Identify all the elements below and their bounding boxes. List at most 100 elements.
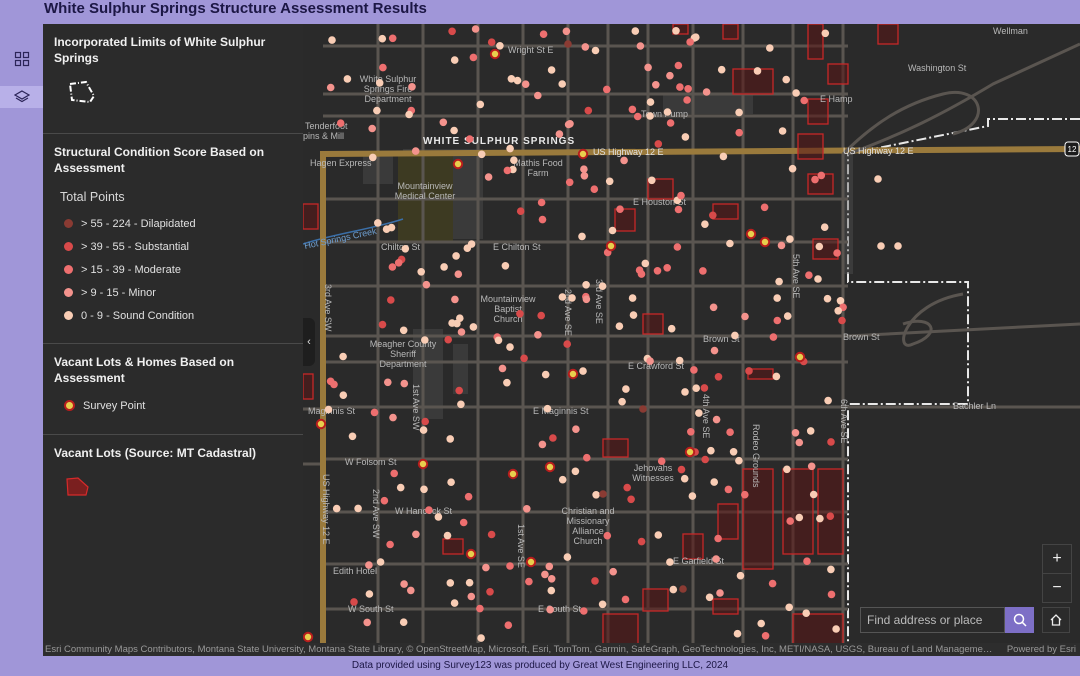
assessment-point[interactable] bbox=[592, 491, 600, 499]
survey-point[interactable] bbox=[452, 158, 464, 170]
assessment-point[interactable] bbox=[806, 427, 815, 435]
assessment-point[interactable] bbox=[636, 42, 645, 50]
assessment-point[interactable] bbox=[815, 242, 824, 251]
assessment-point[interactable] bbox=[641, 259, 650, 268]
assessment-point[interactable] bbox=[487, 38, 496, 46]
collapse-panel-button[interactable]: ‹ bbox=[303, 318, 315, 366]
assessment-point[interactable] bbox=[709, 211, 717, 220]
assessment-point[interactable] bbox=[701, 455, 709, 464]
assessment-point[interactable] bbox=[547, 66, 556, 74]
assessment-point[interactable] bbox=[580, 607, 588, 615]
assessment-point[interactable] bbox=[782, 75, 790, 84]
assessment-point[interactable] bbox=[498, 364, 507, 373]
assessment-point[interactable] bbox=[820, 223, 829, 231]
assessment-point[interactable] bbox=[714, 534, 722, 543]
assessment-point[interactable] bbox=[674, 205, 683, 214]
assessment-point[interactable] bbox=[768, 579, 777, 588]
assessment-point[interactable] bbox=[805, 271, 813, 279]
assessment-point[interactable] bbox=[408, 83, 416, 91]
assessment-point[interactable] bbox=[695, 409, 703, 417]
assessment-point[interactable] bbox=[816, 514, 824, 523]
assessment-point[interactable] bbox=[666, 119, 675, 127]
assessment-point[interactable] bbox=[633, 112, 642, 121]
assessment-point[interactable] bbox=[786, 235, 794, 243]
assessment-point[interactable] bbox=[376, 558, 385, 566]
assessment-point[interactable] bbox=[537, 311, 545, 320]
assessment-point[interactable] bbox=[631, 27, 640, 35]
assessment-point[interactable] bbox=[566, 120, 574, 128]
assessment-point[interactable] bbox=[677, 465, 686, 474]
assessment-point[interactable] bbox=[786, 517, 794, 525]
assessment-point[interactable] bbox=[580, 165, 588, 173]
assessment-point[interactable] bbox=[394, 259, 403, 267]
survey-point[interactable] bbox=[315, 418, 327, 430]
assessment-point[interactable] bbox=[826, 512, 835, 520]
assessment-point[interactable] bbox=[582, 281, 590, 289]
assessment-point[interactable] bbox=[405, 110, 413, 119]
assessment-point[interactable] bbox=[417, 268, 425, 276]
assessment-point[interactable] bbox=[646, 357, 654, 365]
assessment-point[interactable] bbox=[538, 440, 547, 449]
assessment-point[interactable] bbox=[700, 384, 709, 392]
assessment-point[interactable] bbox=[390, 469, 398, 478]
assessment-point[interactable] bbox=[476, 604, 484, 613]
search-input[interactable] bbox=[860, 607, 1005, 633]
assessment-point[interactable] bbox=[791, 429, 800, 437]
assessment-point[interactable] bbox=[783, 312, 792, 320]
assessment-point[interactable] bbox=[736, 571, 745, 580]
assessment-point[interactable] bbox=[603, 85, 611, 94]
assessment-point[interactable] bbox=[833, 249, 841, 257]
assessment-point[interactable] bbox=[373, 106, 381, 115]
assessment-point[interactable] bbox=[412, 530, 420, 539]
assessment-point[interactable] bbox=[814, 275, 822, 283]
assessment-point[interactable] bbox=[400, 580, 408, 588]
assessment-point[interactable] bbox=[735, 128, 743, 137]
assessment-point[interactable] bbox=[653, 267, 662, 275]
assessment-point[interactable] bbox=[457, 328, 466, 336]
assessment-point[interactable] bbox=[628, 294, 637, 302]
assessment-point[interactable] bbox=[629, 311, 638, 319]
assessment-point[interactable] bbox=[549, 434, 557, 442]
assessment-point[interactable] bbox=[785, 603, 793, 612]
assessment-point[interactable] bbox=[324, 405, 333, 414]
assessment-point[interactable] bbox=[677, 191, 685, 200]
assessment-point[interactable] bbox=[795, 513, 804, 522]
assessment-point[interactable] bbox=[339, 352, 347, 361]
powered-by-esri[interactable]: Powered by Esri bbox=[1007, 643, 1076, 656]
assessment-point[interactable] bbox=[471, 25, 480, 33]
assessment-point[interactable] bbox=[443, 531, 452, 540]
assessment-point[interactable] bbox=[399, 326, 408, 335]
assessment-point[interactable] bbox=[608, 226, 617, 235]
assessment-point[interactable] bbox=[562, 27, 571, 36]
assessment-point[interactable] bbox=[388, 263, 397, 271]
assessment-point[interactable] bbox=[343, 75, 352, 83]
assessment-point[interactable] bbox=[580, 172, 589, 180]
assessment-point[interactable] bbox=[539, 30, 548, 38]
assessment-point[interactable] bbox=[710, 478, 718, 486]
assessment-point[interactable] bbox=[654, 531, 663, 539]
assessment-point[interactable] bbox=[836, 297, 845, 305]
assessment-point[interactable] bbox=[591, 577, 599, 585]
assessment-point[interactable] bbox=[809, 490, 818, 499]
assessment-point[interactable] bbox=[452, 252, 460, 260]
assessment-point[interactable] bbox=[657, 457, 666, 466]
assessment-point[interactable] bbox=[330, 380, 338, 389]
assessment-point[interactable] bbox=[788, 164, 797, 173]
assessment-point[interactable] bbox=[757, 619, 765, 628]
assessment-point[interactable] bbox=[598, 282, 607, 291]
assessment-point[interactable] bbox=[726, 239, 734, 248]
assessment-point[interactable] bbox=[709, 303, 718, 312]
survey-point[interactable] bbox=[605, 240, 617, 252]
assessment-point[interactable] bbox=[803, 557, 811, 565]
assessment-point[interactable] bbox=[712, 555, 720, 563]
assessment-point[interactable] bbox=[487, 530, 496, 539]
assessment-point[interactable] bbox=[599, 490, 607, 498]
assessment-point[interactable] bbox=[365, 561, 373, 569]
assessment-point[interactable] bbox=[773, 316, 782, 325]
assessment-point[interactable] bbox=[769, 333, 778, 341]
assessment-point[interactable] bbox=[773, 294, 781, 302]
survey-point[interactable] bbox=[577, 148, 589, 160]
assessment-point[interactable] bbox=[683, 96, 691, 104]
assessment-point[interactable] bbox=[520, 354, 528, 363]
assessment-point[interactable] bbox=[384, 378, 392, 387]
